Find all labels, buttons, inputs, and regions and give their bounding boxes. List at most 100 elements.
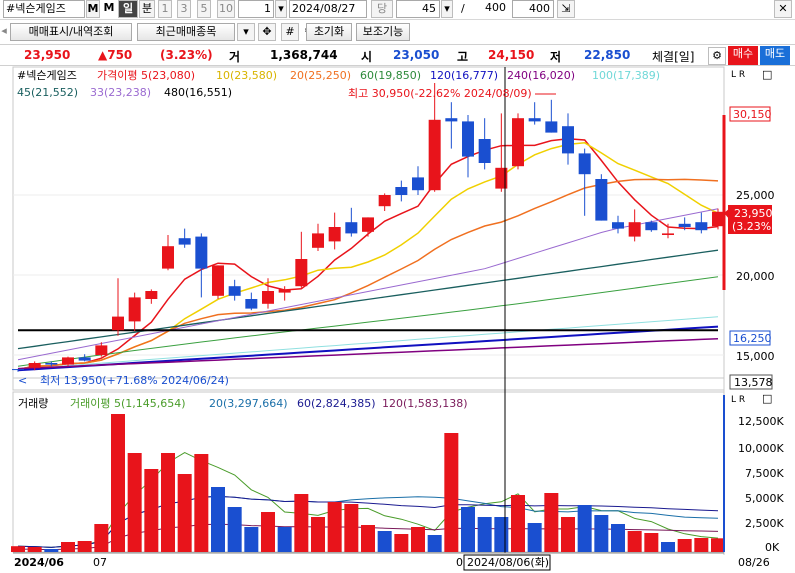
- display-count-input[interactable]: 400: [512, 0, 554, 18]
- period-5[interactable]: 5: [197, 0, 211, 18]
- legend-name: #넥슨게임즈: [17, 69, 77, 82]
- candle-body: [45, 363, 58, 365]
- crosshair-date: 2024/08/06(화): [467, 556, 549, 569]
- vaxis-5000: 5,000K: [745, 492, 784, 505]
- volume-bar: [694, 538, 709, 552]
- recent-trades-button[interactable]: 최근매매종목: [137, 23, 235, 41]
- volume-bar: [211, 487, 225, 552]
- volume-bar: [644, 533, 659, 552]
- candle-body: [295, 259, 308, 287]
- current-price-tag: 23,950: [734, 207, 773, 220]
- sell-button[interactable]: 매도: [760, 46, 790, 65]
- axis-25000: 25,000: [736, 189, 775, 202]
- total-count: 400: [472, 0, 506, 18]
- volume-bar: [277, 527, 292, 552]
- legend-ma100: 100(17,389): [592, 69, 660, 82]
- volume-bar: [511, 495, 525, 552]
- count-spin[interactable]: ▾: [441, 0, 453, 18]
- legend-ma120: 120(16,777): [430, 69, 498, 82]
- period-input[interactable]: 1: [238, 0, 274, 18]
- conclude-label[interactable]: 체결[일]: [652, 48, 694, 65]
- volume-bar: [94, 524, 109, 552]
- high-value: 24,150: [488, 48, 535, 62]
- current-price: 23,950: [24, 48, 71, 62]
- vaxis-10000: 10,000K: [738, 442, 784, 455]
- expand-box-vol[interactable]: □: [762, 392, 772, 405]
- candle-body: [478, 139, 491, 163]
- period-3[interactable]: 3: [177, 0, 191, 18]
- price-change: ▲750: [98, 48, 133, 62]
- volume-bar: [61, 542, 75, 552]
- candle-body: [178, 238, 191, 245]
- expand-box[interactable]: □: [762, 68, 772, 81]
- low-annotation: 최저 13,950(+71.68% 2024/06/24): [40, 374, 229, 387]
- candle-body: [78, 357, 91, 361]
- day-button[interactable]: 일: [118, 0, 138, 18]
- spin-icon[interactable]: ▾: [275, 0, 287, 18]
- candle-body: [228, 286, 241, 296]
- candle-body: [112, 316, 124, 331]
- high-price-tag: 30,150: [733, 108, 772, 121]
- legend-ma33: 33(23,238): [90, 86, 151, 99]
- arrow-icon[interactable]: ◂: [0, 23, 8, 41]
- xaxis-2024-06: 2024/06: [14, 556, 64, 569]
- candle-body: [528, 118, 541, 122]
- volume-bar: [577, 505, 592, 552]
- candle-body: [545, 121, 558, 133]
- candle-body: [312, 233, 324, 248]
- high-annotation: 최고 30,950(-22.62% 2024/08/09): [348, 87, 532, 100]
- reset-button[interactable]: 초기화: [306, 23, 352, 41]
- volume-bar: [411, 527, 425, 552]
- candle-body: [328, 227, 341, 242]
- vlegend-ma5: 거래이평 5(1,145,654): [70, 397, 186, 410]
- legend-ma10: 10(23,580): [216, 69, 277, 82]
- buy-button[interactable]: 매수: [728, 46, 758, 65]
- volume-bar: [611, 524, 625, 552]
- candle-body: [595, 179, 608, 221]
- candle-body: [195, 236, 208, 269]
- m-toggle[interactable]: M: [86, 0, 100, 18]
- vlegend-name: 거래량: [18, 397, 48, 410]
- volume-bar: [344, 504, 359, 552]
- count-input[interactable]: 45: [396, 0, 440, 18]
- lr-button-vol[interactable]: L R: [731, 395, 745, 405]
- date-input[interactable]: 2024/08/27: [289, 0, 367, 18]
- current-button[interactable]: 당: [371, 0, 393, 18]
- volume-bar: [311, 517, 325, 552]
- period-1[interactable]: 1: [158, 0, 172, 18]
- top-toolbar: #넥슨게임즈 M M 일 분 1 3 5 10 1 ▾ 2024/08/27 당…: [0, 0, 795, 20]
- legend-ma60: 60(19,850): [360, 69, 421, 82]
- dropdown-icon[interactable]: ▾: [237, 23, 255, 41]
- minute-button[interactable]: 분: [139, 0, 155, 18]
- vlegend-ma20: 20(3,297,664): [209, 397, 288, 410]
- hash-button[interactable]: #: [281, 23, 299, 41]
- volume-bar: [427, 535, 442, 552]
- candle-body: [645, 222, 658, 231]
- trade-history-button[interactable]: 매매표시/내역조회: [10, 23, 132, 41]
- vlegend-ma60: 60(2,824,385): [297, 397, 376, 410]
- candle-body: [278, 289, 291, 293]
- volume-bar: [394, 534, 409, 552]
- volume-bar: [144, 469, 159, 552]
- assist-button[interactable]: 보조기능: [356, 23, 410, 41]
- legend-ma240: 240(16,020): [507, 69, 575, 82]
- candle-body: [695, 222, 708, 231]
- volume-bar: [444, 433, 459, 552]
- stock-name-input[interactable]: #넥슨게임즈: [3, 0, 85, 18]
- apply-icon[interactable]: ⇲: [557, 0, 575, 18]
- candle-body: [345, 222, 358, 234]
- chart-area[interactable]: #넥슨게임즈 가격이평 5(23,080) 10(23,580) 20(25,2…: [0, 66, 795, 573]
- close-icon[interactable]: ✕: [774, 0, 792, 18]
- legend-ma20: 20(25,250): [290, 69, 351, 82]
- period-10[interactable]: 10: [217, 0, 235, 18]
- volume-bar: [461, 507, 475, 552]
- volume-bar: [627, 531, 642, 552]
- candle-body: [262, 291, 274, 304]
- price-rate: (3.23%): [160, 48, 213, 62]
- lr-button[interactable]: L R: [731, 70, 745, 80]
- volume-bar: [677, 539, 692, 552]
- xaxis-07: 07: [93, 556, 107, 569]
- settings-icon[interactable]: ⚙: [708, 47, 726, 65]
- vaxis-7500: 7,500K: [745, 467, 784, 480]
- legend-ma45: 45(21,552): [17, 86, 78, 99]
